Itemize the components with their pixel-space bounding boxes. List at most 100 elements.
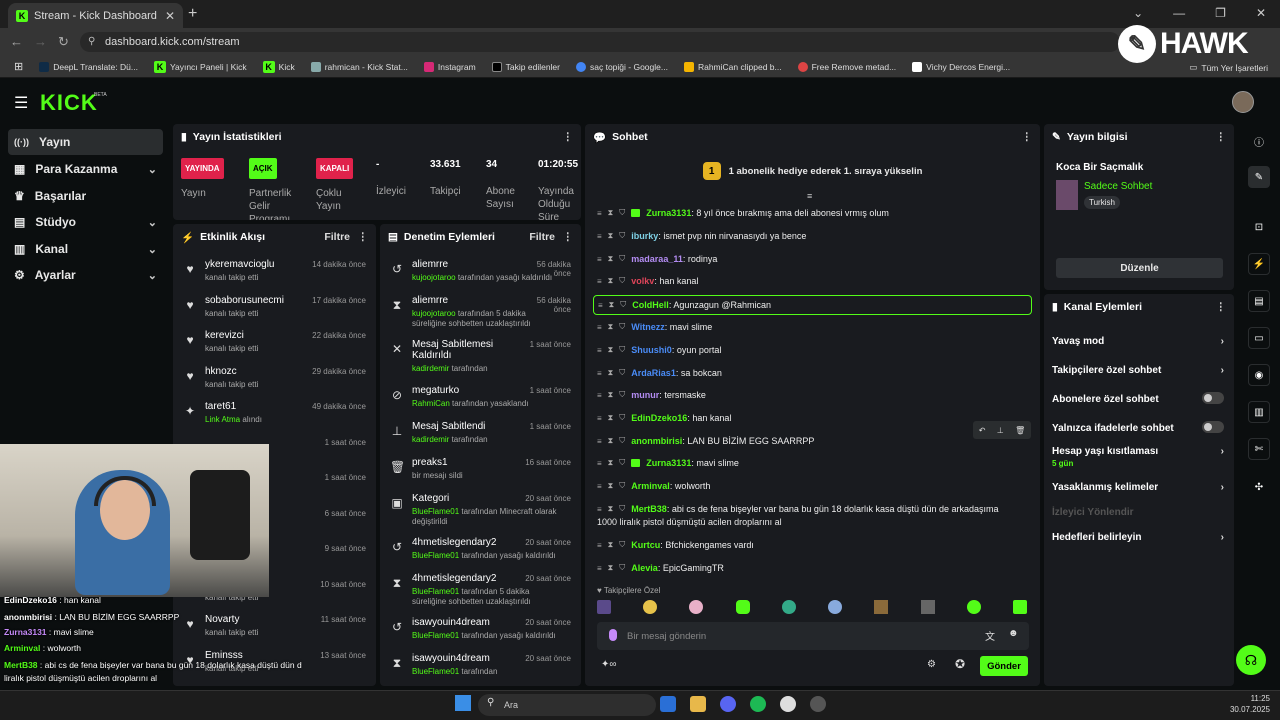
wrench-icon[interactable]: ✄: [1248, 438, 1270, 460]
chat-username[interactable]: Alevia: [631, 563, 658, 573]
chat-username[interactable]: munur: [631, 390, 659, 400]
timeout-icon[interactable]: ⧗: [608, 504, 614, 514]
spotify-icon[interactable]: [750, 696, 766, 712]
chat-message[interactable]: ≡ ⧗ ⛉ munur: tersmaske: [597, 390, 1030, 400]
timeout-icon[interactable]: ⧗: [608, 458, 614, 468]
shield-icon[interactable]: ⛉: [619, 345, 625, 355]
chat-message[interactable]: ≡ ⧗ ⛉ volkv: han kanal: [597, 276, 1030, 286]
chat-message[interactable]: ≡ ⧗ ⛉ Alevia: EpicGamingTR: [597, 563, 1030, 573]
more-icon[interactable]: ⋮: [1022, 131, 1033, 143]
activity-user[interactable]: taret61: [205, 401, 236, 412]
more-icon[interactable]: ⋮: [358, 231, 369, 243]
mod-target[interactable]: isawyouin4dream: [412, 653, 522, 664]
timeout-icon[interactable]: ⧗: [608, 368, 614, 378]
drag-icon[interactable]: ≡: [597, 369, 602, 378]
drag-icon[interactable]: ≡: [597, 482, 602, 491]
timeout-icon[interactable]: ⧗: [608, 390, 614, 400]
restore-icon[interactable]: ❐: [1215, 6, 1226, 20]
channel-action-item[interactable]: Abonelere özel sohbet: [1052, 392, 1224, 405]
chat-username[interactable]: Arminval: [631, 481, 670, 491]
mod-target[interactable]: aliemrre: [412, 259, 522, 270]
bot-icon[interactable]: ✪: [955, 657, 965, 671]
mod-target[interactable]: 4hmetislegendary2: [412, 573, 522, 584]
timeout-icon[interactable]: ⧗: [608, 345, 614, 355]
mod-target[interactable]: preaks1: [412, 457, 522, 468]
timeout-icon[interactable]: ⧗: [608, 481, 614, 491]
activity-user[interactable]: kerevizci: [205, 330, 244, 341]
chat-username[interactable]: Kurtcu: [631, 540, 660, 550]
mod-target[interactable]: megaturko: [412, 385, 522, 396]
kick-logo[interactable]: KICK: [40, 90, 98, 116]
clipboard-icon[interactable]: ▤: [1248, 290, 1270, 312]
reply-icon[interactable]: ↶: [979, 426, 986, 435]
sidebar-item-ayarlar[interactable]: ⚙ Ayarlar ⌄: [8, 262, 163, 288]
timeout-icon[interactable]: ⧗: [608, 436, 614, 446]
user-avatar[interactable]: [1232, 91, 1254, 113]
chat-message[interactable]: ≡ ⧗ ⛉ ColdHell: Agunzagun @Rahmican: [593, 295, 1032, 315]
sidebar-item-para-kazanma[interactable]: ▦ Para Kazanma ⌄: [8, 156, 163, 182]
activity-user[interactable]: hknozc: [205, 366, 237, 377]
drag-icon[interactable]: ≡: [597, 323, 602, 332]
shield-icon[interactable]: ⛉: [619, 481, 625, 491]
filter-button[interactable]: Filtre: [324, 231, 350, 243]
edit-button[interactable]: Düzenle: [1056, 258, 1223, 278]
apps-grid-icon[interactable]: ⊞: [14, 60, 23, 73]
emote-icon[interactable]: [643, 600, 658, 614]
drag-icon[interactable]: ≡: [597, 564, 602, 573]
drag-icon[interactable]: ≡: [598, 301, 603, 310]
connections-icon[interactable]: ✣: [1248, 476, 1270, 498]
chat-message-input[interactable]: Bir mesaj gönderin: [597, 622, 1029, 650]
translate-icon[interactable]: 文: [985, 628, 995, 643]
timeout-icon[interactable]: ⧗: [608, 276, 614, 286]
mod-target[interactable]: Kategori: [412, 493, 522, 504]
chat-username[interactable]: Shuushi0: [631, 345, 672, 355]
category-link[interactable]: Sadece Sohbet: [1084, 181, 1152, 192]
mod-target[interactable]: Mesaj Sabitlendi: [412, 421, 522, 432]
bookmark-item[interactable]: saç topiği - Google...: [576, 61, 668, 72]
emoji-icon[interactable]: ☻: [1008, 628, 1019, 639]
chat-message[interactable]: ≡ ⧗ ⛉ ArdaRias1: sa bokcan: [597, 368, 1030, 378]
chat-username[interactable]: iburky: [631, 231, 658, 241]
timeout-icon[interactable]: ⧗: [608, 254, 614, 264]
drag-icon[interactable]: ≡: [597, 209, 602, 218]
app-icon[interactable]: [810, 696, 826, 712]
shield-icon[interactable]: ⛉: [619, 436, 625, 446]
chat-message[interactable]: ≡ ⧗ ⛉ Kurtcu: Bfchickengames vardı: [597, 540, 1030, 550]
bookmark-item[interactable]: K Kick: [262, 60, 295, 73]
bookmark-item[interactable]: Free Remove metad...: [797, 61, 896, 72]
chat-message[interactable]: ≡ ⧗ ⛉ Shuushi0: oyun portal: [597, 345, 1030, 355]
info-icon[interactable]: ⓘ: [1248, 130, 1270, 152]
more-icon[interactable]: ⋮: [1216, 131, 1227, 143]
file-explorer-icon[interactable]: [690, 696, 706, 712]
browser-tab[interactable]: K Stream - Kick Dashboard ✕: [8, 3, 183, 28]
sidebar-item-yayin[interactable]: ((·)) Yayın: [8, 129, 163, 155]
bookmark-item[interactable]: K Yayıncı Paneli | Kick: [153, 60, 247, 73]
channel-action-item[interactable]: Hesap yaşı kısıtlaması 5 gün ›: [1052, 446, 1224, 468]
site-info-icon[interactable]: ⚲: [88, 36, 95, 47]
mic-icon[interactable]: [609, 629, 617, 641]
tab-search-icon[interactable]: ⌄: [1133, 6, 1143, 20]
timeout-icon[interactable]: ⧗: [608, 413, 614, 423]
chat-username[interactable]: Witnezz: [631, 322, 664, 332]
back-icon[interactable]: ←: [10, 34, 23, 49]
close-window-icon[interactable]: ✕: [1256, 6, 1266, 20]
shield-icon[interactable]: ⛉: [619, 504, 625, 514]
pin-icon[interactable]: ⊥: [997, 426, 1004, 435]
chat-username[interactable]: ColdHell: [632, 300, 669, 310]
menu-icon[interactable]: ☰: [14, 93, 28, 113]
chat-message[interactable]: ≡ ⧗ ⛉ EdinDzeko16: han kanal: [597, 413, 1030, 423]
emote-icon[interactable]: [828, 600, 843, 614]
mod-target[interactable]: isawyouin4dream: [412, 617, 522, 628]
emote-icon[interactable]: [597, 600, 611, 614]
toggle-switch[interactable]: [1202, 392, 1224, 404]
timeout-icon[interactable]: ⧗: [608, 208, 614, 218]
shield-icon[interactable]: ⛉: [619, 563, 625, 573]
chat-message[interactable]: ≡ ⧗ ⛉ Zurna3131: mavi slime: [597, 458, 1030, 468]
drag-icon[interactable]: ≡: [597, 459, 602, 468]
more-icon[interactable]: ⋮: [563, 131, 574, 143]
target-icon[interactable]: ⊡: [1248, 216, 1270, 238]
sidebar-item-kanal[interactable]: ▥ Kanal ⌄: [8, 236, 163, 262]
chat-username[interactable]: Zurna3131: [646, 458, 691, 468]
bookmark-item[interactable]: Vichy Dercos Energi...: [912, 61, 1010, 72]
activity-user[interactable]: ykeremavcioglu: [205, 259, 274, 270]
